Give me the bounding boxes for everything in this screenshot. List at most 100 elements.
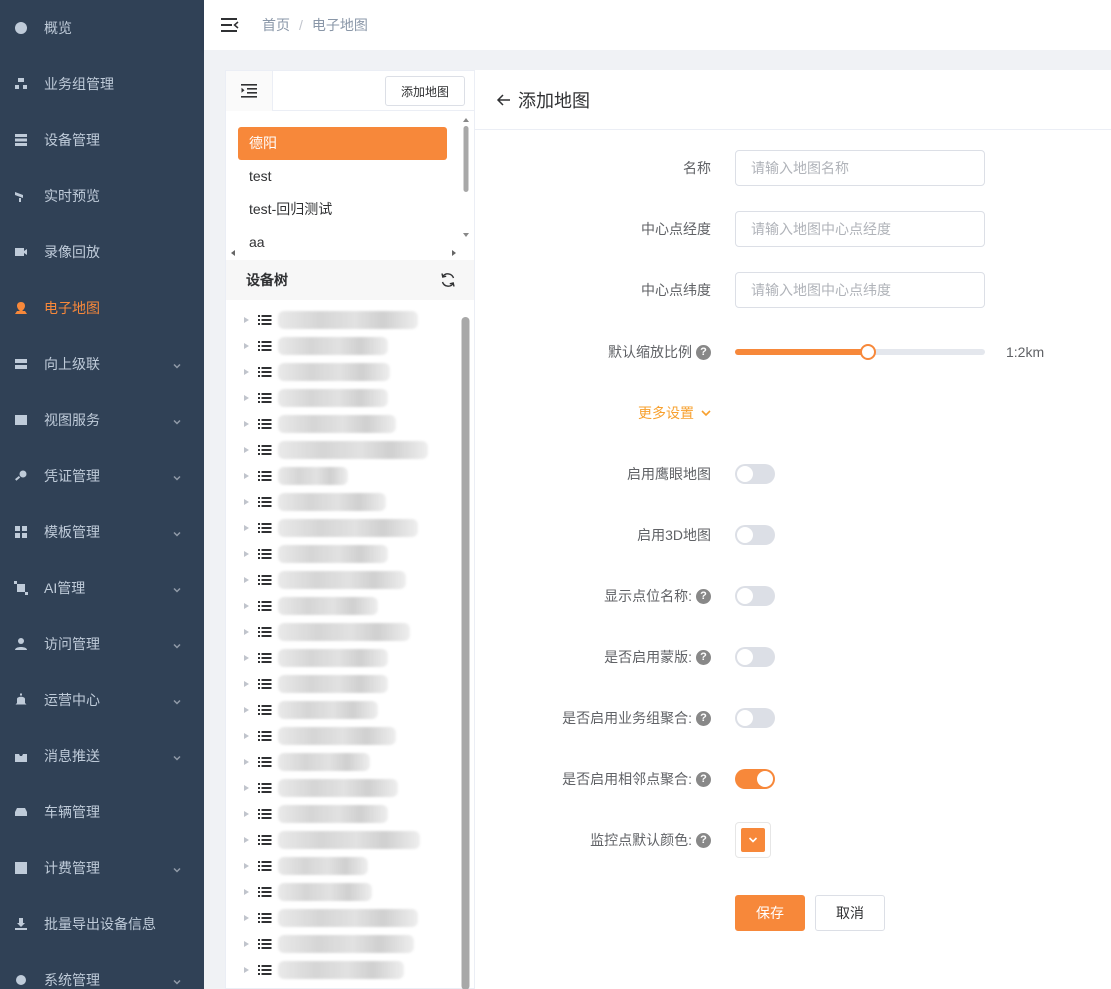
- add-map-button[interactable]: 添加地图: [385, 76, 465, 106]
- caret-right-icon[interactable]: [244, 499, 249, 505]
- sidebar-item[interactable]: 视图服务: [0, 392, 204, 448]
- tree-node[interactable]: [244, 723, 396, 749]
- indent-icon[interactable]: [226, 71, 273, 111]
- tree-node[interactable]: [244, 905, 418, 931]
- caret-right-icon[interactable]: [244, 681, 249, 687]
- show-name-switch[interactable]: [735, 586, 775, 606]
- breadcrumb-home[interactable]: 首页: [262, 15, 290, 35]
- caret-right-icon[interactable]: [244, 421, 249, 427]
- tree-node[interactable]: [244, 385, 388, 411]
- caret-right-icon[interactable]: [244, 551, 249, 557]
- more-settings-toggle[interactable]: 更多设置: [638, 395, 712, 431]
- sidebar-item[interactable]: 业务组管理: [0, 56, 204, 112]
- sidebar-item[interactable]: 实时预览: [0, 168, 204, 224]
- help-icon[interactable]: ?: [696, 771, 711, 787]
- map-list-item[interactable]: test-回归测试: [238, 193, 447, 226]
- help-icon[interactable]: ?: [696, 588, 711, 604]
- tree-node[interactable]: [244, 749, 370, 775]
- caret-right-icon[interactable]: [244, 603, 249, 609]
- zoom-slider-thumb[interactable]: [859, 344, 876, 360]
- tree-node[interactable]: [244, 957, 404, 983]
- tree-node[interactable]: [244, 697, 378, 723]
- caret-right-icon[interactable]: [244, 941, 249, 947]
- tree-node[interactable]: [244, 359, 390, 385]
- help-icon[interactable]: ?: [696, 832, 711, 848]
- tree-node[interactable]: [244, 489, 386, 515]
- caret-right-icon[interactable]: [244, 759, 249, 765]
- tree-node[interactable]: [244, 619, 410, 645]
- sidebar-item[interactable]: 系统管理: [0, 952, 204, 989]
- menu-toggle-icon[interactable]: [221, 17, 239, 33]
- caret-right-icon[interactable]: [244, 785, 249, 791]
- caret-right-icon[interactable]: [244, 863, 249, 869]
- group-cluster-switch[interactable]: [735, 708, 775, 728]
- refresh-icon[interactable]: [440, 272, 456, 288]
- eagle-switch[interactable]: [735, 464, 775, 484]
- tree-node[interactable]: [244, 645, 388, 671]
- tree-node[interactable]: [244, 593, 378, 619]
- tree-node[interactable]: [244, 541, 388, 567]
- tree-node[interactable]: [244, 333, 388, 359]
- sidebar-item[interactable]: 模板管理: [0, 504, 204, 560]
- zoom-slider[interactable]: [735, 344, 985, 360]
- caret-right-icon[interactable]: [244, 837, 249, 843]
- cancel-button[interactable]: 取消: [815, 895, 885, 931]
- back-arrow-icon[interactable]: [496, 92, 512, 108]
- tree-node[interactable]: [244, 801, 388, 827]
- neighbor-cluster-switch[interactable]: [735, 769, 775, 789]
- sidebar-item[interactable]: 向上级联: [0, 336, 204, 392]
- help-icon[interactable]: ?: [696, 710, 711, 726]
- latitude-input[interactable]: [735, 272, 985, 308]
- tree-node[interactable]: [244, 931, 414, 957]
- caret-right-icon[interactable]: [244, 577, 249, 583]
- sidebar-item[interactable]: 访问管理: [0, 616, 204, 672]
- tree-node[interactable]: [244, 437, 428, 463]
- map3d-switch[interactable]: [735, 525, 775, 545]
- tree-node[interactable]: [244, 307, 418, 333]
- map-list-scrollbar[interactable]: [462, 117, 470, 257]
- tree-node[interactable]: [244, 853, 368, 879]
- tree-node[interactable]: [244, 515, 418, 541]
- map-list-item[interactable]: 德阳: [238, 127, 447, 160]
- tree-node[interactable]: [244, 567, 406, 593]
- sidebar-item[interactable]: 录像回放: [0, 224, 204, 280]
- device-tree-scrollbar[interactable]: [460, 297, 470, 989]
- sidebar-item[interactable]: 运营中心: [0, 672, 204, 728]
- caret-right-icon[interactable]: [244, 629, 249, 635]
- sidebar-item[interactable]: 电子地图: [0, 280, 204, 336]
- map-name-input[interactable]: [735, 150, 985, 186]
- color-picker[interactable]: [735, 822, 771, 858]
- caret-right-icon[interactable]: [244, 369, 249, 375]
- caret-right-icon[interactable]: [244, 655, 249, 661]
- caret-right-icon[interactable]: [244, 915, 249, 921]
- tree-node[interactable]: [244, 411, 396, 437]
- tree-node[interactable]: [244, 827, 420, 853]
- sidebar-item[interactable]: 车辆管理: [0, 784, 204, 840]
- caret-right-icon[interactable]: [244, 317, 249, 323]
- longitude-input[interactable]: [735, 211, 985, 247]
- sidebar-item[interactable]: 凭证管理: [0, 448, 204, 504]
- tree-node[interactable]: [244, 463, 348, 489]
- mask-switch[interactable]: [735, 647, 775, 667]
- caret-right-icon[interactable]: [244, 811, 249, 817]
- sidebar-item[interactable]: 计费管理: [0, 840, 204, 896]
- caret-right-icon[interactable]: [244, 395, 249, 401]
- tree-node[interactable]: [244, 671, 388, 697]
- map-list-item[interactable]: test: [238, 160, 447, 193]
- sidebar-item[interactable]: 概览: [0, 0, 204, 56]
- sidebar-item[interactable]: AI管理: [0, 560, 204, 616]
- tree-node[interactable]: [244, 775, 398, 801]
- caret-right-icon[interactable]: [244, 343, 249, 349]
- sidebar-item[interactable]: 设备管理: [0, 112, 204, 168]
- caret-right-icon[interactable]: [244, 967, 249, 973]
- caret-right-icon[interactable]: [244, 473, 249, 479]
- tree-node[interactable]: [244, 879, 372, 905]
- caret-right-icon[interactable]: [244, 525, 249, 531]
- sidebar-item[interactable]: 批量导出设备信息: [0, 896, 204, 952]
- help-icon[interactable]: ?: [696, 649, 711, 665]
- caret-right-icon[interactable]: [244, 447, 249, 453]
- caret-right-icon[interactable]: [244, 889, 249, 895]
- save-button[interactable]: 保存: [735, 895, 805, 931]
- caret-right-icon[interactable]: [244, 707, 249, 713]
- caret-right-icon[interactable]: [244, 733, 249, 739]
